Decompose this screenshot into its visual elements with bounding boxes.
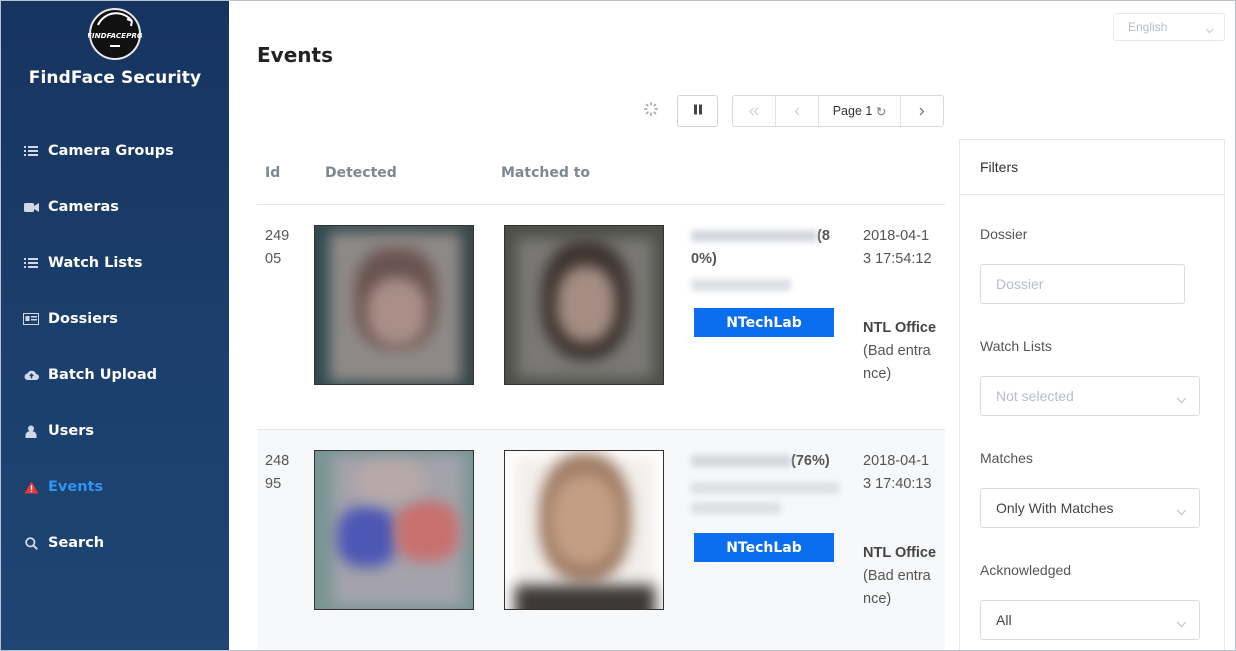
event-id[interactable]: 24905 bbox=[265, 225, 297, 271]
chevron-down-icon bbox=[1176, 503, 1187, 519]
sidebar-item-users[interactable]: Users bbox=[1, 403, 229, 459]
chevron-down-icon bbox=[1176, 615, 1187, 631]
svg-text:FINDFACEPRO: FINDFACEPRO bbox=[88, 31, 142, 40]
sidebar-item-cameras[interactable]: Cameras bbox=[1, 179, 229, 235]
acknowledged-filter-label: Acknowledged bbox=[980, 562, 1072, 578]
matched-dossier-name[interactable]: (76%) bbox=[691, 450, 839, 473]
matched-dossier-name[interactable]: (80%) bbox=[691, 225, 839, 271]
users-icon bbox=[23, 423, 39, 439]
event-time: 2018-04-13 17:54:12 bbox=[863, 228, 932, 267]
id-card-icon bbox=[23, 311, 39, 327]
language-select[interactable]: English bbox=[1113, 13, 1225, 41]
next-page-button[interactable] bbox=[901, 96, 943, 126]
filters-title: Filters bbox=[960, 140, 1224, 195]
sidebar-nav: Camera Groups Cameras Watch Lists Dossie… bbox=[1, 123, 229, 571]
loading-spinner-icon bbox=[643, 101, 659, 117]
watch-lists-filter-select[interactable]: Not selected bbox=[980, 376, 1200, 416]
chevron-down-icon bbox=[1176, 391, 1187, 407]
language-value: English bbox=[1128, 20, 1168, 34]
first-page-button[interactable] bbox=[733, 96, 776, 126]
filters-panel: Filters Dossier Dossier Watch Lists Not … bbox=[959, 139, 1225, 650]
column-header-matched-to: Matched to bbox=[501, 165, 591, 181]
dossier-comment-redacted bbox=[691, 482, 839, 494]
sidebar-item-label: Watch Lists bbox=[48, 255, 143, 271]
match-confidence: (76%) bbox=[791, 453, 830, 469]
prev-page-button[interactable] bbox=[776, 96, 819, 126]
chevron-down-icon bbox=[1205, 23, 1214, 37]
acknowledged-filter-select[interactable]: All bbox=[980, 600, 1200, 640]
search-icon bbox=[23, 535, 39, 551]
sidebar-item-label: Dossiers bbox=[48, 311, 118, 327]
double-chevron-left-icon bbox=[749, 103, 759, 119]
video-camera-icon bbox=[23, 199, 39, 215]
matches-filter-label: Matches bbox=[980, 450, 1033, 466]
list-icon bbox=[23, 255, 39, 271]
camera-detail: (Bad entrance) bbox=[863, 568, 931, 607]
camera-info[interactable]: NTL Office (Bad entrance) bbox=[863, 542, 937, 611]
dossier-filter-input[interactable]: Dossier bbox=[980, 264, 1185, 304]
chevron-right-icon bbox=[919, 103, 925, 119]
chevron-left-icon bbox=[794, 103, 800, 119]
sidebar-item-events[interactable]: Events bbox=[1, 459, 229, 515]
column-header-detected: Detected bbox=[325, 165, 397, 181]
sidebar-item-label: Camera Groups bbox=[48, 143, 174, 159]
list-icon bbox=[23, 143, 39, 159]
detected-face-image[interactable] bbox=[314, 225, 474, 385]
sidebar-item-search[interactable]: Search bbox=[1, 515, 229, 571]
main-content: Events English Page 1 ↻ Id Detected Matc… bbox=[229, 1, 1235, 650]
cloud-upload-icon bbox=[23, 367, 39, 383]
camera-info[interactable]: NTL Office (Bad entrance) bbox=[863, 317, 937, 386]
dossier-comment-redacted bbox=[691, 279, 791, 291]
sidebar: FINDFACEPRO FindFace Security Camera Gro… bbox=[1, 1, 229, 650]
table-row[interactable]: 24895 (76%) NTechLab 2018-04-13 17:40:13… bbox=[257, 430, 945, 650]
matches-filter-select[interactable]: Only With Matches bbox=[980, 488, 1200, 528]
table-row[interactable]: 24905 (80%) NTechLab 2018-04-13 17:54:12 bbox=[257, 205, 945, 430]
watch-list-badge: NTechLab bbox=[694, 308, 834, 337]
pause-button[interactable] bbox=[677, 95, 718, 127]
sidebar-item-label: Events bbox=[48, 479, 104, 495]
matched-face-image[interactable] bbox=[504, 450, 664, 610]
column-header-id: Id bbox=[265, 165, 281, 181]
sidebar-item-watch-lists[interactable]: Watch Lists bbox=[1, 235, 229, 291]
sidebar-item-label: Search bbox=[48, 535, 105, 551]
page-title: Events bbox=[257, 43, 333, 67]
current-page-label[interactable]: Page 1 ↻ bbox=[819, 96, 901, 126]
dossier-name-redacted bbox=[691, 230, 817, 243]
dossier-filter-label: Dossier bbox=[980, 226, 1028, 242]
sidebar-item-label: Cameras bbox=[48, 199, 119, 215]
detected-face-image[interactable] bbox=[314, 450, 474, 610]
matched-face-image[interactable] bbox=[504, 225, 664, 385]
app-window: FINDFACEPRO FindFace Security Camera Gro… bbox=[0, 0, 1236, 651]
watch-list-badge: NTechLab bbox=[694, 533, 834, 562]
logo[interactable]: FINDFACEPRO FindFace Security bbox=[1, 7, 229, 88]
pause-icon bbox=[693, 102, 703, 120]
findface-logo-icon: FINDFACEPRO bbox=[87, 7, 143, 61]
sidebar-item-label: Users bbox=[48, 423, 95, 439]
event-time: 2018-04-13 17:40:13 bbox=[863, 453, 932, 492]
dossier-name-redacted bbox=[691, 455, 791, 468]
dossier-comment-redacted bbox=[691, 502, 781, 514]
camera-detail: (Bad entrance) bbox=[863, 343, 931, 382]
app-title: FindFace Security bbox=[28, 68, 202, 88]
sidebar-item-batch-upload[interactable]: Batch Upload bbox=[1, 347, 229, 403]
refresh-icon: ↻ bbox=[875, 104, 887, 119]
events-table-header: Id Detected Matched to bbox=[257, 151, 945, 205]
watch-lists-filter-label: Watch Lists bbox=[980, 338, 1052, 354]
sidebar-item-dossiers[interactable]: Dossiers bbox=[1, 291, 229, 347]
sidebar-item-label: Batch Upload bbox=[48, 367, 157, 383]
event-id[interactable]: 24895 bbox=[265, 450, 297, 496]
sidebar-item-camera-groups[interactable]: Camera Groups bbox=[1, 123, 229, 179]
pagination: Page 1 ↻ bbox=[732, 95, 944, 127]
camera-name: NTL Office bbox=[863, 320, 937, 336]
camera-name: NTL Office bbox=[863, 545, 937, 561]
warning-icon bbox=[23, 479, 39, 495]
